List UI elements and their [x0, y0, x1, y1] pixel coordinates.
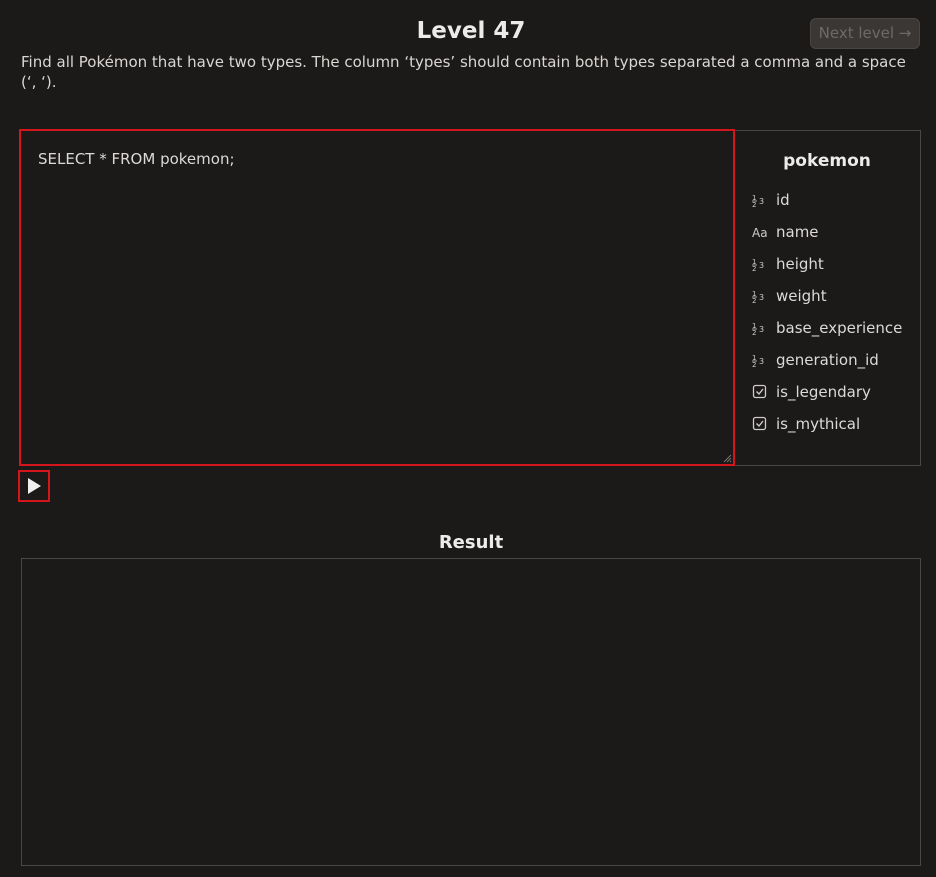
checkbox-icon — [752, 416, 776, 432]
schema-table-name: pokemon — [783, 151, 871, 171]
svg-text:3: 3 — [759, 325, 764, 334]
svg-text:3: 3 — [759, 293, 764, 302]
resize-grip-icon[interactable] — [723, 454, 732, 463]
next-level-button[interactable]: Next level → — [810, 18, 920, 49]
svg-text:2: 2 — [752, 329, 756, 336]
checkbox-icon — [752, 384, 776, 400]
text-icon: Aa — [752, 224, 776, 240]
sql-level-page: Level 47 Next level → Find all Pokémon t… — [0, 0, 936, 877]
result-panel — [21, 558, 921, 866]
schema-column-name: Aa name — [752, 216, 902, 248]
schema-column-label: is_mythical — [776, 415, 861, 433]
svg-text:2: 2 — [752, 361, 756, 368]
schema-column-id: 1 2 3 id — [752, 184, 902, 216]
numeric-icon: 1 2 3 — [752, 320, 776, 336]
svg-text:3: 3 — [759, 197, 764, 206]
svg-text:Aa: Aa — [752, 226, 768, 240]
numeric-icon: 1 2 3 — [752, 352, 776, 368]
schema-column-base-experience: 1 2 3 base_experience — [752, 312, 902, 344]
schema-column-label: is_legendary — [776, 383, 871, 401]
page-title: Level 47 — [416, 18, 526, 44]
run-query-button[interactable] — [18, 470, 50, 502]
schema-column-label: id — [776, 191, 790, 209]
svg-text:2: 2 — [752, 265, 756, 272]
schema-column-label: base_experience — [776, 319, 903, 337]
svg-text:2: 2 — [752, 201, 756, 208]
schema-column-label: generation_id — [776, 351, 879, 369]
schema-column-list: 1 2 3 id Aa name 1 2 3 height 1 2 3 weig… — [752, 191, 902, 448]
numeric-icon: 1 2 3 — [752, 288, 776, 304]
numeric-icon: 1 2 3 — [752, 192, 776, 208]
schema-column-label: height — [776, 255, 824, 273]
schema-column-weight: 1 2 3 weight — [752, 280, 902, 312]
level-instructions: Find all Pokémon that have two types. Th… — [21, 53, 906, 91]
schema-column-label: weight — [776, 287, 827, 305]
sql-query-text[interactable]: SELECT * FROM pokemon; — [38, 150, 235, 168]
svg-text:2: 2 — [752, 297, 756, 304]
schema-panel: pokemon 1 2 3 id Aa name 1 2 3 height 1 … — [735, 130, 921, 466]
svg-text:3: 3 — [759, 357, 764, 366]
svg-text:3: 3 — [759, 261, 764, 270]
schema-column-is-mythical: is_mythical — [752, 408, 902, 440]
numeric-icon: 1 2 3 — [752, 256, 776, 272]
schema-column-is-legendary: is_legendary — [752, 376, 902, 408]
play-icon — [28, 478, 41, 494]
schema-column-generation-id: 1 2 3 generation_id — [752, 344, 902, 376]
schema-column-height: 1 2 3 height — [752, 248, 902, 280]
result-heading: Result — [438, 532, 504, 553]
sql-editor[interactable]: SELECT * FROM pokemon; — [19, 129, 735, 466]
schema-column-label: name — [776, 223, 819, 241]
